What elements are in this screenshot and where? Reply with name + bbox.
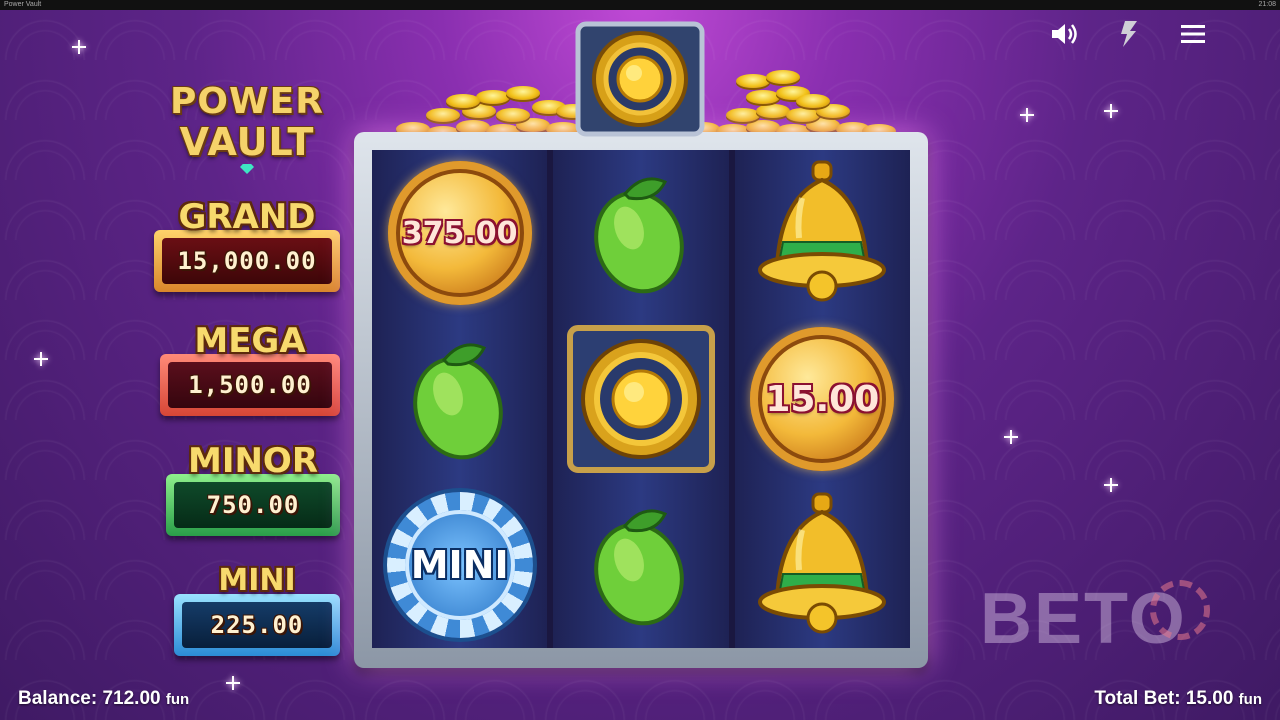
logo-line-1: POWER bbox=[169, 81, 324, 122]
coin-symbol: 375.00 bbox=[387, 161, 532, 305]
total-bet-label: Total Bet: bbox=[1094, 688, 1181, 709]
balance-label: Balance: bbox=[18, 688, 98, 709]
turbo-button[interactable] bbox=[1112, 20, 1146, 48]
lime-icon bbox=[594, 177, 684, 294]
mini-chip-symbol: MINI bbox=[386, 492, 533, 638]
total-bet-unit: fun bbox=[1238, 691, 1262, 708]
reel-3: 15.00 bbox=[734, 150, 910, 648]
lime-icon bbox=[412, 343, 503, 460]
lime-icon bbox=[594, 509, 684, 626]
coin-symbol: 15.00 bbox=[750, 327, 895, 471]
gold-coin bbox=[496, 108, 530, 122]
jackpot-mega: MEGA 1,500.00 bbox=[160, 322, 340, 416]
sparkle-decoration bbox=[1020, 108, 1034, 122]
reel-cell: 375.00 bbox=[372, 150, 547, 316]
total-bet-value: 15.00 bbox=[1185, 688, 1234, 709]
bell-icon bbox=[758, 160, 887, 302]
jackpot-grand-value: 15,000.00 bbox=[177, 247, 317, 275]
gold-coin bbox=[446, 94, 480, 108]
reel-2 bbox=[553, 150, 729, 648]
sparkle-decoration bbox=[1104, 104, 1118, 118]
reel-cell: MINI bbox=[372, 482, 547, 648]
reel-cell bbox=[735, 150, 910, 316]
hamburger-menu-icon bbox=[1181, 25, 1205, 43]
reel-cell bbox=[372, 316, 547, 482]
reel-grid: 375.00 MINI 15.00 bbox=[372, 150, 910, 648]
reel-cell bbox=[553, 150, 728, 316]
gold-coin bbox=[476, 90, 510, 104]
jackpot-mini-box: 225.00 bbox=[174, 594, 340, 656]
sparkle-decoration bbox=[1004, 430, 1018, 444]
gold-coin bbox=[786, 108, 820, 122]
gold-coin bbox=[506, 86, 540, 100]
reel-1: 375.00 MINI bbox=[372, 150, 548, 648]
gold-coin bbox=[766, 70, 800, 84]
balance-value: 712.00 bbox=[102, 688, 161, 709]
reel-cell bbox=[735, 482, 910, 648]
logo-line-2: VAULT bbox=[179, 120, 315, 164]
game-logo: POWER VAULT bbox=[158, 82, 336, 182]
jackpot-grand-box: 15,000.00 bbox=[154, 230, 340, 292]
gold-coin bbox=[426, 108, 460, 122]
balance-unit: fun bbox=[165, 691, 190, 708]
gem-icon bbox=[240, 164, 254, 174]
sparkle-decoration bbox=[1104, 478, 1118, 492]
coin-value: 15.00 bbox=[765, 378, 880, 420]
vault-icon bbox=[566, 325, 715, 473]
menu-button[interactable] bbox=[1176, 20, 1210, 48]
jackpot-minor-label: MINOR bbox=[187, 441, 319, 481]
gold-coin bbox=[736, 74, 770, 88]
gold-coin bbox=[726, 108, 760, 122]
vault-icon bbox=[572, 20, 708, 138]
sparkle-decoration bbox=[34, 352, 48, 366]
reel-cell: 15.00 bbox=[735, 316, 910, 482]
bell-icon bbox=[758, 492, 887, 634]
gold-coin bbox=[746, 90, 780, 104]
jackpot-grand-label: GRAND bbox=[178, 197, 316, 237]
sparkle-decoration bbox=[226, 676, 240, 690]
speaker-icon bbox=[1052, 24, 1077, 44]
jackpot-mini-label: MINI bbox=[218, 563, 296, 598]
reel-cell bbox=[553, 316, 728, 482]
coin-value: 375.00 bbox=[401, 215, 518, 251]
jackpot-mega-label: MEGA bbox=[194, 321, 306, 361]
watermark-chip-icon bbox=[1150, 580, 1210, 640]
jackpot-minor-value: 750.00 bbox=[206, 491, 300, 519]
window-titlebar: Power Vault 21:08 bbox=[0, 0, 1280, 10]
sparkle-decoration bbox=[72, 40, 86, 54]
total-bet-display[interactable]: Total Bet: 15.00 fun bbox=[1094, 688, 1262, 710]
reel-cell bbox=[553, 482, 728, 648]
gold-coin bbox=[756, 104, 790, 118]
window-clock: 21:08 bbox=[1258, 1, 1276, 8]
jackpot-mini-value: 225.00 bbox=[210, 611, 304, 639]
jackpot-mega-box: 1,500.00 bbox=[160, 354, 340, 416]
jackpot-minor-box: 750.00 bbox=[166, 474, 340, 536]
lightning-icon bbox=[1121, 21, 1137, 47]
jackpot-mega-value: 1,500.00 bbox=[188, 371, 312, 399]
jackpot-minor: MINOR 750.00 bbox=[166, 442, 340, 536]
window-title: Power Vault bbox=[4, 1, 42, 8]
mini-chip-label: MINI bbox=[410, 543, 509, 587]
balance-display: Balance: 712.00 fun bbox=[18, 688, 189, 710]
jackpot-mini: MINI 225.00 bbox=[174, 562, 340, 656]
gold-coin bbox=[796, 94, 830, 108]
sound-button[interactable] bbox=[1048, 20, 1082, 48]
jackpot-grand: GRAND 15,000.00 bbox=[154, 198, 340, 292]
